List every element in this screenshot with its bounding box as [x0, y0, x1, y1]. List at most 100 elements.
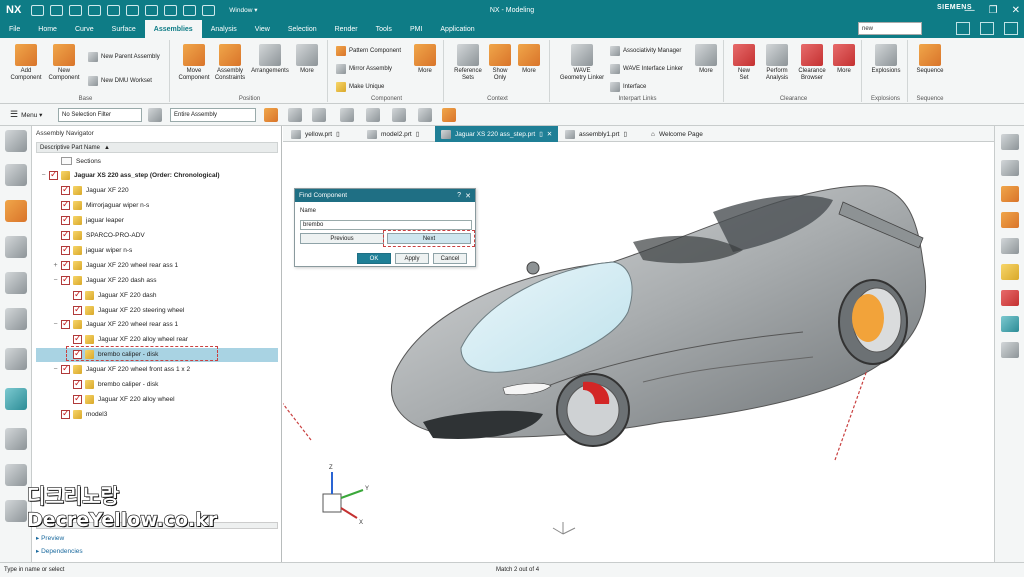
window-switch-icon[interactable] — [202, 4, 216, 16]
tree-row[interactable]: Jaguar XF 220 dash — [36, 288, 278, 302]
constraint-navigator-icon[interactable] — [5, 236, 27, 258]
layout-grid-icon[interactable] — [956, 22, 970, 35]
menu-home[interactable]: Home — [29, 20, 66, 38]
menu-button[interactable]: ☰ Menu ▾ — [10, 109, 42, 120]
associativity-manager-button[interactable]: Associativity Manager — [610, 46, 681, 56]
menu-view[interactable]: View — [246, 20, 279, 38]
visibility-checkbox[interactable] — [73, 333, 82, 345]
mirror-assembly-button[interactable]: Mirror Assembly — [336, 64, 392, 74]
tree-toggle-icon[interactable]: − — [40, 172, 47, 179]
filter-funnel-icon[interactable] — [148, 108, 162, 122]
history-clock-icon[interactable] — [5, 428, 27, 450]
assembly-constraints-button[interactable]: Assembly Constraints — [208, 44, 252, 82]
perform-analysis-button[interactable]: Perform Analysis — [758, 44, 796, 82]
visibility-checkbox[interactable] — [73, 289, 82, 300]
cancel-button[interactable]: Cancel — [433, 253, 467, 264]
tab-pin-icon[interactable]: ▯ — [539, 130, 543, 138]
clearance-browser-button[interactable]: Clearance Browser — [792, 44, 832, 82]
render-style-icon[interactable] — [442, 108, 456, 122]
visibility-checkbox[interactable] — [61, 274, 70, 285]
select-component-icon[interactable] — [264, 108, 278, 122]
tree-row[interactable]: − Jaguar XF 220 dash ass — [36, 273, 278, 287]
dependencies-section[interactable]: ▸ Dependencies — [36, 547, 278, 555]
clearance-more-button[interactable]: More — [828, 44, 860, 75]
select-filter-icon[interactable] — [312, 108, 326, 122]
tab-model2-prt[interactable]: model2.prt ▯ — [361, 126, 425, 142]
tree-toggle-icon[interactable]: − — [52, 321, 59, 328]
make-unique-button[interactable]: Make Unique — [336, 82, 384, 92]
snap-arc-icon[interactable] — [392, 108, 406, 122]
tree-toggle-icon[interactable]: − — [52, 366, 59, 373]
menu-selection[interactable]: Selection — [279, 20, 326, 38]
menu-surface[interactable]: Surface — [103, 20, 145, 38]
pattern-component-button[interactable]: Pattern Component — [336, 46, 401, 56]
visibility-checkbox[interactable] — [61, 259, 70, 270]
save-icon[interactable] — [31, 4, 45, 16]
orient-view-icon[interactable] — [1001, 186, 1019, 202]
sequence-button[interactable]: Sequence — [908, 44, 952, 75]
reuse-library-icon[interactable] — [5, 272, 27, 294]
apply-button[interactable]: Apply — [395, 253, 429, 264]
visibility-checkbox[interactable] — [61, 199, 70, 211]
tree-row[interactable]: Sections — [36, 154, 278, 168]
visibility-checkbox[interactable] — [61, 408, 70, 419]
tree-toggle-icon[interactable]: + — [52, 262, 59, 269]
fit-view-icon[interactable] — [1001, 134, 1019, 150]
help-icon[interactable]: ? — [457, 192, 461, 199]
visibility-checkbox[interactable] — [61, 214, 70, 226]
tree-row[interactable]: Jaguar XF 220 alloy wheel rear — [36, 333, 278, 347]
tree-toggle-icon[interactable]: − — [52, 277, 59, 284]
wave-interface-linker-button[interactable]: WAVE Interface Linker — [610, 64, 683, 74]
touch-mode-icon[interactable] — [183, 4, 197, 16]
settings-gear-icon[interactable] — [5, 130, 27, 152]
command-search-input[interactable]: new — [858, 22, 922, 35]
tab-pin-icon[interactable]: ▯ — [623, 130, 627, 138]
background-icon[interactable] — [1001, 290, 1019, 306]
menu-application[interactable]: Application — [431, 20, 483, 38]
new-parent-assembly-button[interactable]: New Parent Assembly — [88, 52, 160, 62]
work-layer-icon[interactable] — [1001, 342, 1019, 358]
assembly-navigator-icon[interactable] — [5, 200, 27, 222]
restore-button[interactable]: ❐ — [989, 5, 998, 16]
web-browser-icon[interactable] — [5, 388, 27, 410]
position-more-button[interactable]: More — [290, 44, 324, 75]
roles-icon[interactable] — [5, 500, 27, 522]
component-name-input[interactable]: brembo — [300, 220, 472, 230]
microphone-icon[interactable] — [164, 4, 178, 16]
arrangements-button[interactable]: Arrangements — [248, 44, 292, 75]
menu-curve[interactable]: Curve — [66, 20, 103, 38]
wave-geometry-linker-button[interactable]: WAVE Geometry Linker — [556, 44, 608, 82]
visibility-checkbox[interactable] — [73, 378, 82, 389]
shaded-view-icon[interactable] — [1001, 160, 1019, 176]
component-more-button[interactable]: More — [408, 44, 442, 75]
redo-icon[interactable] — [69, 4, 83, 16]
visibility-checkbox[interactable] — [61, 363, 70, 375]
tab-pin-icon[interactable]: ▯ — [416, 130, 420, 138]
new-dmu-workset-button[interactable]: New DMU Workset — [88, 76, 152, 86]
menu-file[interactable]: File — [0, 20, 29, 38]
menu-render[interactable]: Render — [326, 20, 367, 38]
tab-jaguar-assembly-prt[interactable]: Jaguar XS 220 ass_step.prt ▯ ✕ — [435, 126, 559, 142]
explosions-button[interactable]: Explosions — [864, 44, 908, 75]
show-hide-icon[interactable] — [1001, 212, 1019, 228]
visibility-checkbox[interactable] — [61, 244, 70, 255]
visibility-checkbox[interactable] — [73, 304, 82, 315]
snap-grid-icon[interactable] — [340, 108, 354, 122]
menu-pmi[interactable]: PMI — [401, 20, 431, 38]
info-icon[interactable] — [5, 348, 27, 370]
help-icon[interactable] — [1004, 22, 1018, 35]
undo-icon[interactable] — [50, 4, 64, 16]
tree-row[interactable]: jaguar wiper n-s — [36, 243, 278, 257]
tree-row[interactable]: Jaguar XF 220 — [36, 184, 278, 198]
window-menu[interactable]: Window ▾ — [229, 6, 257, 14]
part-navigator-icon[interactable] — [5, 164, 27, 186]
visibility-checkbox[interactable] — [73, 393, 82, 404]
close-button[interactable]: ✕ — [1012, 5, 1020, 16]
view-cube-icon[interactable] — [418, 108, 432, 122]
edit-section-icon[interactable] — [1001, 264, 1019, 280]
snap-line-icon[interactable] — [366, 108, 380, 122]
process-studio-icon[interactable] — [5, 464, 27, 486]
tab-welcome-page[interactable]: ⌂ Welcome Page — [645, 126, 709, 142]
ok-button[interactable]: OK — [357, 253, 391, 264]
menu-tools[interactable]: Tools — [367, 20, 401, 38]
